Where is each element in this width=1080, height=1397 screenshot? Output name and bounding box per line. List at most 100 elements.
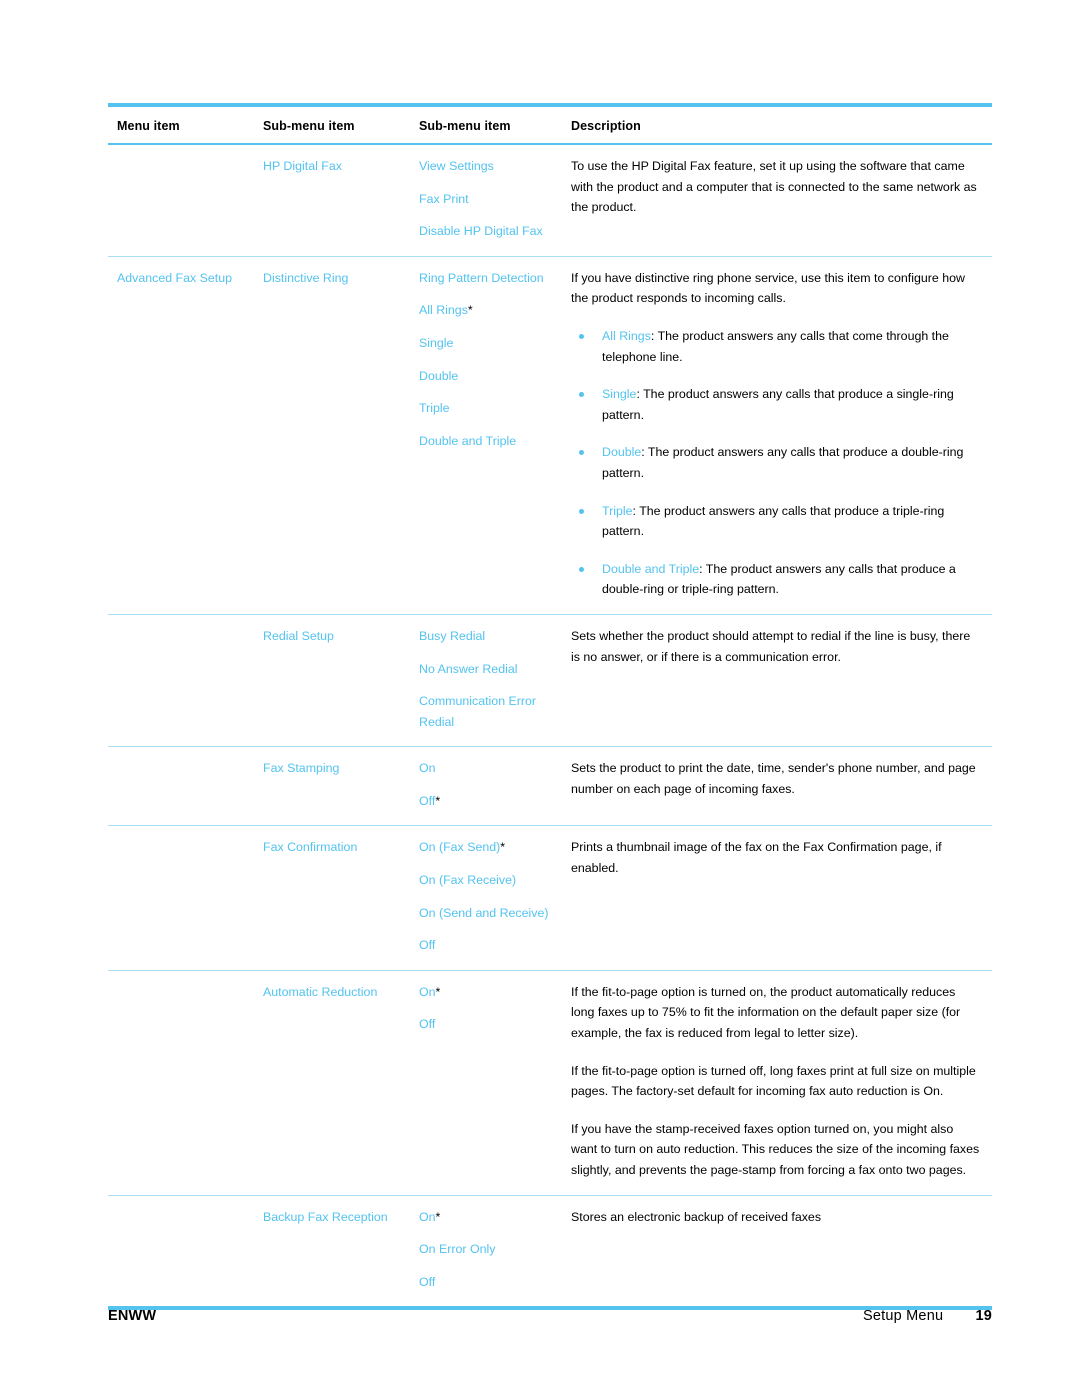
column-header-menu-item: Menu item bbox=[108, 103, 254, 145]
sub-menu-item-label: Fax Confirmation bbox=[263, 840, 358, 855]
bullet-text: : The product answers any calls that pro… bbox=[602, 503, 945, 539]
table-row: Backup Fax Reception On* On Error Only Off S… bbox=[108, 1194, 992, 1311]
bullet-dot-icon bbox=[579, 566, 584, 572]
bullet-dot-icon bbox=[579, 450, 584, 456]
page-footer: ENWW Setup Menu 19 bbox=[108, 1308, 992, 1330]
sub-menu-option: All Rings* bbox=[419, 303, 473, 318]
sub-menu-option: Single bbox=[419, 335, 454, 350]
sub-menu-item-label: Backup Fax Reception bbox=[263, 1209, 388, 1224]
bullet-term: All Rings bbox=[602, 328, 651, 343]
description-paragraph: If the fit-to-page option is turned off,… bbox=[571, 1063, 976, 1099]
cell-description: Prints a thumbnail image of the fax on t… bbox=[562, 825, 992, 971]
bullet-text: : The product answers any calls that pro… bbox=[602, 445, 964, 480]
sub-menu-item-label: Distinctive Ring bbox=[263, 270, 349, 285]
sub-menu-option: Off bbox=[419, 938, 436, 953]
cell-sub-menu-item-2: On* On Error Only Off bbox=[410, 1194, 562, 1311]
table-header-row: Menu item Sub-menu item Sub-menu item De… bbox=[108, 103, 992, 145]
document-page: Menu item Sub-menu item Sub-menu item De… bbox=[0, 0, 1080, 1397]
cell-menu-item bbox=[108, 825, 254, 971]
factory-default-marker: * bbox=[500, 840, 506, 855]
sub-menu-option: On bbox=[419, 761, 436, 776]
sub-menu-option: On* bbox=[419, 984, 441, 999]
description-paragraph: Sets whether the product should attempt … bbox=[571, 628, 971, 664]
sub-menu-option: On* bbox=[419, 1209, 441, 1224]
cell-description: Sets whether the product should attempt … bbox=[562, 613, 992, 747]
bullet-dot-icon bbox=[579, 508, 584, 514]
cell-sub-menu-item-1: Distinctive Ring bbox=[254, 255, 410, 615]
table-body: HP Digital Fax View Settings Fax Print Disa… bbox=[108, 144, 992, 1311]
list-item: Double: The product answers any calls th… bbox=[571, 442, 982, 483]
footer-section-title: Setup Menu bbox=[863, 1308, 944, 1324]
sub-menu-option: On (Fax Send)* bbox=[419, 840, 506, 855]
cell-sub-menu-item-2: On Off* bbox=[410, 746, 562, 826]
table-row: Automatic Reduction On* Off If the fit-to-p… bbox=[108, 969, 992, 1196]
description-paragraph: To use the HP Digital Fax feature, set i… bbox=[571, 159, 977, 215]
menu-item-label: Advanced Fax Setup bbox=[117, 270, 233, 285]
cell-menu-item bbox=[108, 746, 254, 826]
cell-sub-menu-item-1: HP Digital Fax bbox=[254, 144, 410, 256]
bullet-term: Triple bbox=[602, 503, 633, 518]
cell-sub-menu-item-1: Fax Stamping bbox=[254, 746, 410, 826]
factory-default-marker: * bbox=[435, 1209, 441, 1224]
table-row: Advanced Fax Setup Distinctive Ring Ring P… bbox=[108, 255, 992, 615]
cell-description: If the fit-to-page option is turned on, … bbox=[562, 969, 992, 1196]
column-header-description: Description bbox=[562, 103, 992, 145]
sub-menu-option: Busy Redial bbox=[419, 628, 486, 643]
description-paragraph: If the fit-to-page option is turned on, … bbox=[571, 984, 961, 1041]
sub-menu-option: On (Fax Receive) bbox=[419, 873, 517, 888]
description-bullet-list: All Rings: The product answers any calls… bbox=[571, 326, 982, 600]
cell-description: Sets the product to print the date, time… bbox=[562, 746, 992, 826]
cell-menu-item bbox=[108, 144, 254, 256]
cell-sub-menu-item-2: View Settings Fax Print Disable HP Digital… bbox=[410, 144, 562, 256]
sub-menu-item-label: HP Digital Fax bbox=[263, 159, 342, 173]
cell-description: Stores an electronic backup of received … bbox=[562, 1194, 992, 1311]
description-paragraph: If you have the stamp-received faxes opt… bbox=[571, 1121, 980, 1177]
cell-sub-menu-item-2: On (Fax Send)* On (Fax Receive) On (Send a… bbox=[410, 825, 562, 971]
cell-sub-menu-item-1: Backup Fax Reception bbox=[254, 1194, 410, 1311]
sub-menu-item-label: Redial Setup bbox=[263, 628, 334, 643]
sub-menu-option: View Settings bbox=[419, 159, 494, 173]
cell-sub-menu-item-1: Redial Setup bbox=[254, 613, 410, 747]
sub-menu-option: Disable HP Digital Fax bbox=[419, 224, 543, 239]
table-header: Menu item Sub-menu item Sub-menu item De… bbox=[108, 103, 992, 145]
list-item: Double and Triple: The product answers a… bbox=[571, 559, 982, 600]
table-row: Redial Setup Busy Redial No Answer Redial C… bbox=[108, 613, 992, 747]
sub-menu-option: On Error Only bbox=[419, 1242, 496, 1257]
bullet-dot-icon bbox=[579, 333, 584, 339]
list-item: Single: The product answers any calls th… bbox=[571, 384, 982, 425]
sub-menu-option: No Answer Redial bbox=[419, 661, 518, 676]
sub-menu-option: Communication Error Redial bbox=[419, 694, 537, 729]
cell-sub-menu-item-1: Fax Confirmation bbox=[254, 825, 410, 971]
table-row: Fax Stamping On Off* Sets the product to pr… bbox=[108, 746, 992, 826]
table-row: HP Digital Fax View Settings Fax Print Disa… bbox=[108, 144, 992, 256]
sub-menu-option: Double and Triple bbox=[419, 433, 517, 448]
table-row: Fax Confirmation On (Fax Send)* On (Fax Re… bbox=[108, 825, 992, 971]
description-paragraph: If you have distinctive ring phone servi… bbox=[571, 270, 965, 306]
cell-sub-menu-item-2: Busy Redial No Answer Redial Communication… bbox=[410, 613, 562, 747]
list-item: Triple: The product answers any calls th… bbox=[571, 501, 982, 542]
column-header-sub-menu-item-2: Sub-menu item bbox=[410, 103, 562, 145]
description-paragraph: Sets the product to print the date, time… bbox=[571, 761, 976, 796]
bullet-dot-icon bbox=[579, 392, 584, 398]
cell-menu-item: Advanced Fax Setup bbox=[108, 255, 254, 615]
footer-right: Setup Menu 19 bbox=[863, 1308, 992, 1324]
description-paragraph: Stores an electronic backup of received … bbox=[571, 1209, 822, 1224]
sub-menu-option: Fax Print bbox=[419, 191, 469, 206]
bullet-term: Single bbox=[602, 387, 637, 402]
cell-sub-menu-item-2: Ring Pattern Detection All Rings* Single Do… bbox=[410, 255, 562, 615]
footer-language-code: ENWW bbox=[108, 1308, 157, 1324]
sub-menu-option: Triple bbox=[419, 401, 450, 416]
column-header-sub-menu-item-1: Sub-menu item bbox=[254, 103, 410, 145]
menu-reference-table: Menu item Sub-menu item Sub-menu item De… bbox=[108, 103, 992, 1311]
sub-menu-item-label: Automatic Reduction bbox=[263, 984, 378, 999]
sub-menu-option: Double bbox=[419, 368, 459, 383]
cell-sub-menu-item-1: Automatic Reduction bbox=[254, 969, 410, 1196]
list-item: All Rings: The product answers any calls… bbox=[571, 326, 982, 367]
bullet-term: Double and Triple bbox=[602, 561, 700, 576]
cell-menu-item bbox=[108, 1194, 254, 1311]
sub-menu-option: Off* bbox=[419, 793, 441, 808]
bullet-text: : The product answers any calls that com… bbox=[602, 328, 949, 364]
bullet-term: Double bbox=[602, 445, 642, 460]
sub-menu-item-label: Fax Stamping bbox=[263, 761, 340, 776]
sub-menu-option: On (Send and Receive) bbox=[419, 905, 549, 920]
